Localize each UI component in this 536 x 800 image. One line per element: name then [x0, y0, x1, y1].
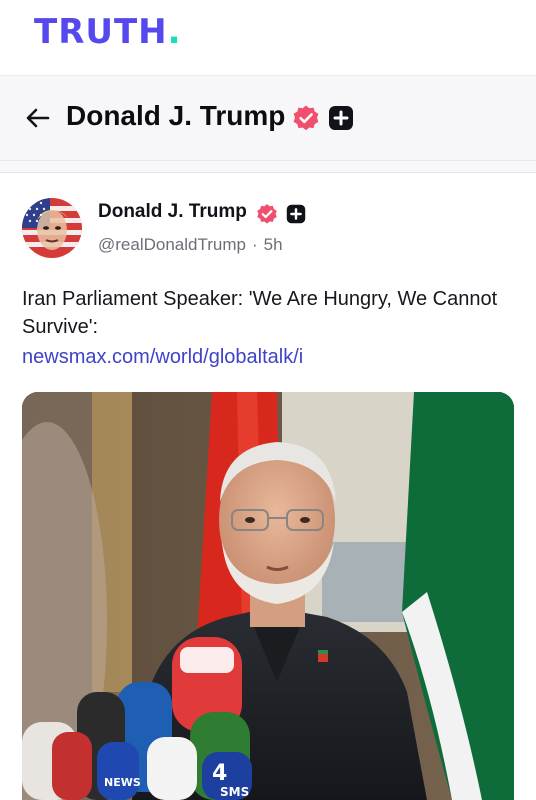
- post-link[interactable]: newsmax.com/world/globaltalk/i: [22, 343, 303, 371]
- post-media-image[interactable]: 4 NEWS SMS: [22, 392, 514, 800]
- post-text: Iran Parliament Speaker: 'We Are Hungry,…: [22, 288, 498, 338]
- header-title: Donald J. Trump: [66, 100, 286, 131]
- brand-bar: TRUTH.: [0, 0, 536, 76]
- mic-label-news: NEWS: [104, 776, 141, 789]
- mic-label-sms: SMS: [220, 785, 249, 799]
- avatar-image: [22, 198, 82, 258]
- author-handle-row: @realDonaldTrump · 5h: [98, 235, 283, 255]
- verified-badge-icon: [293, 105, 319, 131]
- profile-header: Donald J. Trump: [0, 76, 536, 160]
- truth-logo-text: TRUTH: [34, 12, 168, 52]
- truth-logo-dot: .: [167, 12, 182, 52]
- press-conference-photo: 4 NEWS SMS: [22, 392, 514, 800]
- handle-separator: ·: [251, 235, 258, 254]
- truth-plus-icon: [329, 106, 353, 130]
- post-card[interactable]: Donald J. Trump @realDonaldTrump · 5h Iran…: [0, 173, 536, 800]
- back-button[interactable]: [22, 102, 54, 134]
- post-timestamp[interactable]: 5h: [264, 235, 283, 254]
- truth-logo[interactable]: TRUTH.: [34, 12, 182, 52]
- author-name[interactable]: Donald J. Trump: [98, 201, 247, 223]
- verified-badge-icon: [257, 204, 277, 224]
- mic-label-4: 4: [212, 761, 227, 786]
- author-handle[interactable]: @realDonaldTrump: [98, 235, 246, 254]
- arrow-left-icon: [26, 108, 50, 128]
- truth-plus-icon: [286, 204, 306, 224]
- avatar[interactable]: [22, 198, 82, 258]
